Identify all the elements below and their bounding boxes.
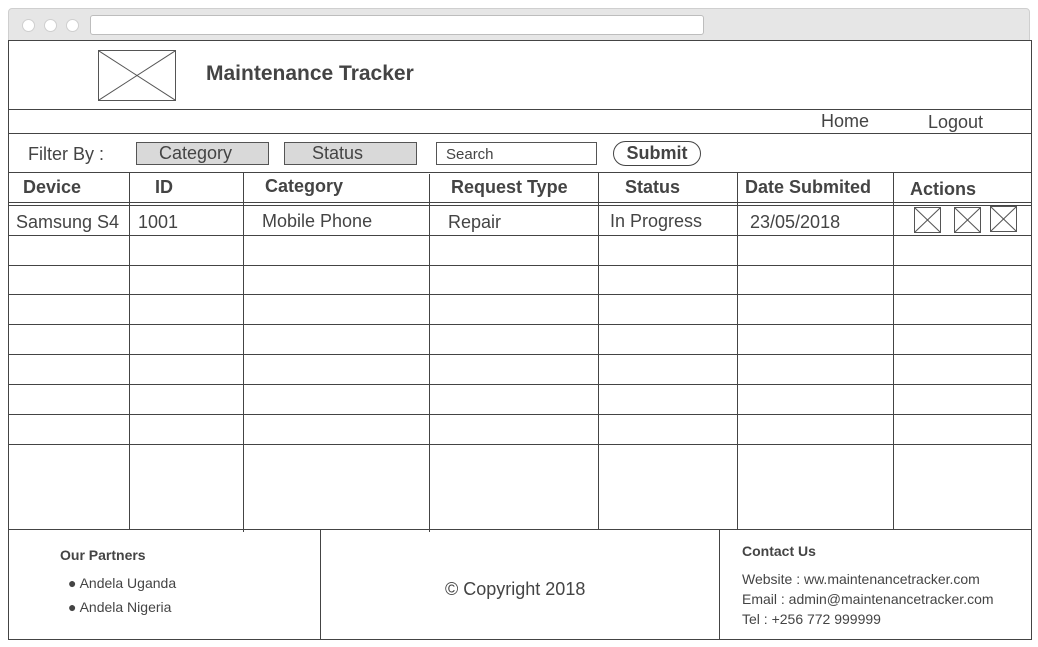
table-top-border <box>8 172 1032 173</box>
search-input[interactable]: Search <box>436 142 597 165</box>
table-row-divider <box>8 265 1032 266</box>
cell-category: Mobile Phone <box>262 211 373 231</box>
window-minimize-dot[interactable] <box>44 19 57 32</box>
column-header-status[interactable]: Status <box>625 177 680 198</box>
window-close-dot[interactable] <box>22 19 35 32</box>
contact-website[interactable]: Website : ww.maintenancetracker.com <box>742 571 980 587</box>
cell-request-type: Repair <box>448 212 502 232</box>
table-header-divider <box>8 202 1032 203</box>
table-column-divider <box>129 172 130 529</box>
partner-list-item: ● Andela Uganda <box>68 575 177 591</box>
cell-date-submitted: 23/05/2018 <box>750 212 841 232</box>
contact-email[interactable]: Email : admin@maintenancetracker.com <box>742 591 994 607</box>
contact-phone: Tel : +256 772 999999 <box>742 611 881 627</box>
view-icon[interactable] <box>914 207 941 233</box>
edit-icon[interactable] <box>954 207 981 233</box>
table-column-divider <box>429 174 430 532</box>
table-column-divider <box>243 172 244 532</box>
category-filter-select[interactable]: Category <box>136 142 269 165</box>
table-column-divider <box>893 172 894 529</box>
copyright-text: © Copyright 2018 <box>445 579 586 599</box>
status-filter-select[interactable]: Status <box>284 142 417 165</box>
column-header-id[interactable]: ID <box>155 177 173 198</box>
contact-heading: Contact Us <box>742 543 816 559</box>
column-header-actions: Actions <box>910 179 977 199</box>
partner-name: Andela Nigeria <box>79 599 172 615</box>
column-header-request-type[interactable]: Request Type <box>451 177 568 198</box>
submit-button[interactable]: Submit <box>613 141 701 166</box>
table-column-divider <box>598 172 599 529</box>
table-row-divider <box>8 235 1032 236</box>
delete-icon[interactable] <box>990 206 1017 232</box>
partner-list-item: ● Andela Nigeria <box>68 599 172 615</box>
nav-home-link[interactable]: Home <box>821 111 869 132</box>
table-row-divider <box>8 354 1032 355</box>
filter-label: Filter By : <box>28 144 105 164</box>
page-title: Maintenance Tracker <box>206 62 414 85</box>
cell-status: In Progress <box>610 211 703 231</box>
cell-id: 1001 <box>138 212 179 232</box>
nav-logout-link[interactable]: Logout <box>928 112 983 133</box>
column-header-category[interactable]: Category <box>265 176 343 197</box>
table-column-divider <box>737 172 738 529</box>
page-frame <box>8 40 1032 640</box>
footer-column-divider <box>719 529 720 640</box>
nav-divider <box>8 133 1032 134</box>
table-row-divider <box>8 444 1032 445</box>
window-maximize-dot[interactable] <box>66 19 79 32</box>
table-row-divider <box>8 324 1032 325</box>
browser-toolbar <box>8 8 1030 42</box>
cell-device: Samsung S4 <box>16 212 120 232</box>
image-placeholder-icon <box>98 50 176 101</box>
partners-heading: Our Partners <box>60 547 146 563</box>
header-divider <box>8 109 1032 110</box>
footer-column-divider <box>320 529 321 640</box>
partner-name: Andela Uganda <box>79 575 177 591</box>
table-row-divider <box>8 384 1032 385</box>
table-header-divider <box>8 205 1032 206</box>
column-header-date-submitted[interactable]: Date Submited <box>745 177 871 198</box>
column-header-device[interactable]: Device <box>23 177 81 198</box>
table-row-divider <box>8 294 1032 295</box>
address-bar[interactable] <box>90 15 704 35</box>
footer-divider <box>8 529 1032 530</box>
table-row-divider <box>8 414 1032 415</box>
